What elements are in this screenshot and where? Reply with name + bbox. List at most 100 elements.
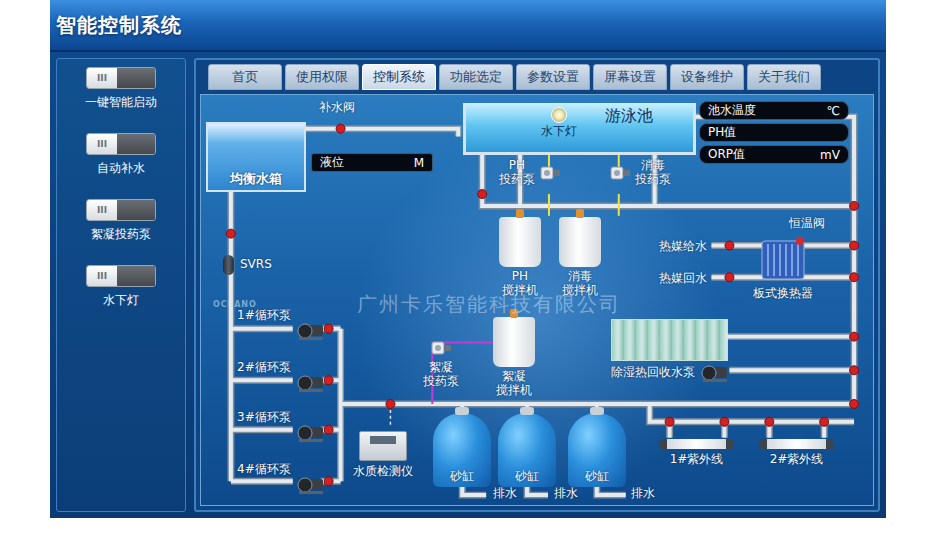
- tab[interactable]: 使用权限: [285, 64, 359, 90]
- switch-track: [117, 266, 155, 286]
- watermark: OCEANO 广州卡乐智能科技有限公司: [213, 291, 621, 318]
- dosing-pump: PH投药泵: [499, 159, 561, 187]
- switch-track: [117, 134, 155, 154]
- switch-label: 水下灯: [103, 292, 139, 309]
- mixer: 絮凝搅拌机: [493, 317, 535, 398]
- pump-icon: [701, 363, 729, 383]
- node-label: 砂缸: [450, 470, 474, 484]
- tab-bar: 首页使用权限控制系统功能选定参数设置屏幕设置设备维护关于我们: [200, 64, 874, 90]
- sand-filter-tank: 砂缸: [498, 413, 556, 487]
- node-label: SVRS: [240, 258, 272, 272]
- mixer-tank-icon: [559, 217, 601, 267]
- tab[interactable]: 设备维护: [670, 64, 744, 90]
- diagram-label: 恒温阀: [789, 217, 825, 231]
- dehumidifier-pump: 除湿热回收水泵: [611, 319, 729, 383]
- dehumidifier-row: 除湿热回收水泵: [611, 363, 729, 383]
- pump-icon: [297, 475, 325, 495]
- diagram-label: 排水: [493, 487, 517, 501]
- node-label: 游泳池: [605, 107, 653, 125]
- toggle-switch[interactable]: III: [86, 265, 156, 287]
- dosing-pump-icon: [539, 164, 561, 182]
- dosing-pump: 消毒投药泵: [609, 159, 671, 187]
- svrs-icon: [223, 255, 234, 275]
- level-display: 液位M: [311, 153, 433, 172]
- diagram-label: 排水: [554, 487, 578, 501]
- circulation-pump: 1#循环泵: [237, 309, 325, 341]
- node-label: PH投药泵: [499, 159, 535, 187]
- switch-knob: III: [87, 134, 117, 154]
- sand-filter: 砂缸: [568, 413, 626, 487]
- node-label: 排水: [493, 487, 517, 501]
- node-label: 消毒搅拌机: [562, 270, 598, 298]
- uv-tube-icon: [759, 439, 834, 449]
- uv-sterilizer: 2#紫外线: [759, 439, 834, 467]
- node-label: 1#循环泵: [237, 309, 291, 323]
- node-label: 除湿热回收水泵: [611, 366, 695, 380]
- switch-label: 自动补水: [97, 160, 145, 177]
- pool-body: 游泳池: [463, 103, 696, 155]
- switch-label: 絮凝投药泵: [91, 226, 151, 243]
- uv-tube-icon: [659, 439, 734, 449]
- circulation-pump: 2#循环泵: [237, 361, 325, 393]
- switch-knob: III: [87, 68, 117, 88]
- sidebar-switch-item: III 絮凝投药泵: [86, 199, 156, 243]
- body: III一键智能启动III自动补水III絮凝投药泵III水下灯首页使用权限控制系统…: [50, 52, 886, 518]
- sidebar-switch-item: III 自动补水: [86, 133, 156, 177]
- svrs: SVRS: [223, 255, 272, 275]
- sand-filter-tank: 砂缸: [433, 413, 491, 487]
- dosing-pump: 絮凝投药泵: [423, 339, 459, 389]
- plate-heat-exchanger: 板式换热器: [753, 235, 813, 301]
- water-quality-detector: 水质检测仪: [353, 431, 413, 479]
- toggle-switch[interactable]: III: [86, 67, 156, 89]
- tab[interactable]: 功能选定: [439, 64, 513, 90]
- node-label: 3#循环泵: [237, 411, 291, 425]
- tab[interactable]: 首页: [208, 64, 282, 90]
- pump-icon: [297, 321, 325, 341]
- detector-screen: [370, 436, 396, 444]
- tab[interactable]: 关于我们: [747, 64, 821, 90]
- sand-filter: 砂缸: [498, 413, 556, 487]
- node-label: 均衡水箱: [230, 172, 282, 187]
- switch-track: [117, 200, 155, 220]
- header: 智能控制系统: [50, 0, 886, 52]
- readings-panel: 池水温度℃PH值ORP值mV: [699, 101, 849, 164]
- window-title: 智能控制系统: [56, 12, 182, 39]
- node-label: 2#循环泵: [237, 361, 291, 375]
- pump-icon: [297, 423, 325, 443]
- node-label: 恒温阀: [789, 217, 825, 231]
- swimming-pool: 游泳池: [463, 103, 696, 155]
- main-panel: 首页使用权限控制系统功能选定参数设置屏幕设置设备维护关于我们补水阀均衡水箱 游泳池…: [194, 58, 880, 512]
- switch-knob: III: [87, 266, 117, 286]
- detector-icon: [359, 431, 407, 461]
- node-label: 补水阀: [319, 101, 355, 115]
- app-frame: 智能控制系统III一键智能启动III自动补水III絮凝投药泵III水下灯首页使用…: [50, 0, 886, 518]
- dosing-pump-icon: [430, 339, 452, 357]
- watermark-company: 广州卡乐智能科技有限公司: [357, 291, 621, 318]
- node-label: 水下灯: [541, 125, 577, 139]
- pump-icon: [297, 373, 325, 393]
- node-label: PH搅拌机: [502, 270, 538, 298]
- reading-row: ORP值mV: [699, 145, 849, 164]
- watermark-logo: OCEANO: [213, 300, 257, 309]
- node-label: 排水: [554, 487, 578, 501]
- circulation-pump: 4#循环泵: [237, 463, 325, 495]
- sidebar-switch-item: III 水下灯: [86, 265, 156, 309]
- diagram-label: 排水: [631, 487, 655, 501]
- tab[interactable]: 参数设置: [516, 64, 590, 90]
- node-label: 排水: [631, 487, 655, 501]
- mixer-tank-icon: [499, 217, 541, 267]
- node-label: 1#紫外线: [670, 453, 724, 467]
- toggle-switch[interactable]: III: [86, 133, 156, 155]
- pump-icon-holder: [297, 475, 325, 495]
- tab[interactable]: 屏幕设置: [593, 64, 667, 90]
- light-icon: [551, 107, 567, 123]
- sand-filter: 砂缸: [433, 413, 491, 487]
- tab[interactable]: 控制系统: [362, 64, 436, 90]
- node-label: 水质检测仪: [353, 465, 413, 479]
- sidebar: III一键智能启动III自动补水III絮凝投药泵III水下灯: [56, 58, 186, 512]
- sidebar-switch-item: III一键智能启动: [85, 67, 157, 111]
- pump-icon-holder: [297, 373, 325, 393]
- mixer: PH搅拌机: [499, 217, 541, 298]
- toggle-switch[interactable]: III: [86, 199, 156, 221]
- process-diagram: 补水阀均衡水箱 游泳池水下灯 SVRS 1#循环泵 2#循环泵 3#循环泵 4#循环泵 PH投…: [200, 94, 874, 506]
